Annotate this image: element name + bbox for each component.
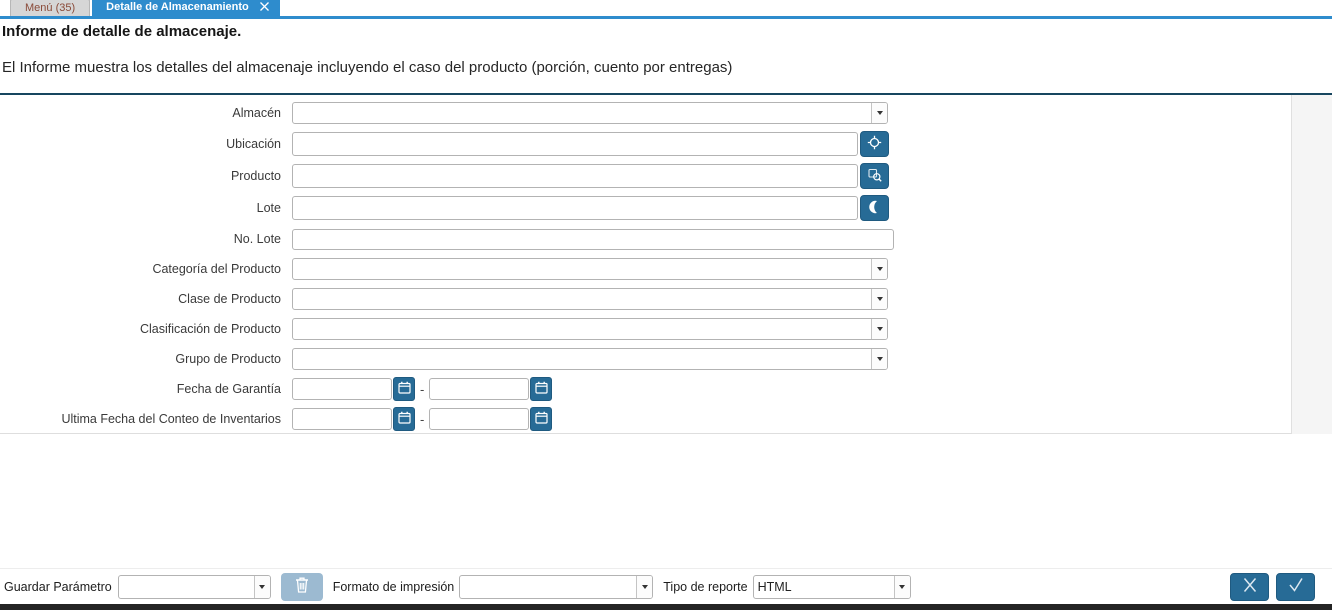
fecha-garantia-to-input[interactable] bbox=[429, 378, 530, 400]
parameter-panel-region: Almacén Ubicación Producto Lote No. Lote… bbox=[0, 95, 1332, 434]
ubicacion-input[interactable] bbox=[292, 132, 858, 156]
chevron-down-icon[interactable] bbox=[871, 319, 887, 339]
product-search-icon bbox=[867, 168, 882, 185]
ultima-fecha-to-calendar-button[interactable] bbox=[530, 407, 553, 431]
report-title: Informe de detalle de almacenaje. bbox=[2, 23, 242, 40]
ultima-fecha-conteo-label: Ultima Fecha del Conteo de Inventarios bbox=[61, 412, 281, 426]
grupo-producto-label: Grupo de Producto bbox=[175, 352, 281, 366]
fecha-garantia-from-group bbox=[292, 377, 415, 401]
location-picker-button[interactable] bbox=[860, 131, 889, 157]
categoria-producto-combobox[interactable] bbox=[292, 258, 888, 280]
save-parameter-label: Guardar Parámetro bbox=[4, 579, 112, 594]
lot-crescent-icon bbox=[868, 200, 881, 217]
producto-input[interactable] bbox=[292, 164, 858, 188]
field-row-almacen: Almacén bbox=[0, 98, 1291, 128]
clase-producto-value bbox=[293, 289, 871, 309]
fecha-garantia-from-input[interactable] bbox=[292, 378, 392, 400]
report-description: El Informe muestra los detalles del alma… bbox=[2, 59, 733, 76]
print-format-label: Formato de impresión bbox=[332, 579, 455, 594]
field-row-producto: Producto bbox=[0, 160, 1291, 192]
chevron-down-icon[interactable] bbox=[893, 575, 910, 598]
ultima-fecha-from-input[interactable] bbox=[292, 408, 392, 430]
lot-picker-button[interactable] bbox=[860, 195, 889, 221]
fecha-garantia-to-calendar-button[interactable] bbox=[530, 377, 553, 401]
almacen-combobox[interactable] bbox=[292, 102, 888, 124]
cancel-button[interactable] bbox=[1230, 572, 1269, 601]
date-range-separator: - bbox=[420, 381, 425, 397]
report-type-combobox[interactable]: HTML bbox=[752, 574, 911, 599]
tab-active-label: Detalle de Almacenamiento bbox=[106, 0, 249, 13]
fecha-garantia-label: Fecha de Garantía bbox=[176, 382, 281, 396]
delete-saved-parameter-button[interactable] bbox=[280, 572, 323, 601]
window-bottom-bar bbox=[0, 604, 1332, 610]
grupo-producto-combobox[interactable] bbox=[292, 348, 888, 370]
report-parameter-screen: Menú (35) Detalle de Almacenamiento Info… bbox=[0, 0, 1332, 610]
ubicacion-label: Ubicación bbox=[226, 137, 281, 151]
tab-detalle-almacenamiento[interactable]: Detalle de Almacenamiento bbox=[92, 0, 280, 16]
field-row-categoria-producto: Categoría del Producto bbox=[0, 254, 1291, 284]
no-lote-input[interactable] bbox=[292, 228, 894, 250]
clasificacion-producto-value bbox=[293, 319, 871, 339]
report-type-label: Tipo de reporte bbox=[663, 579, 748, 594]
chevron-down-icon[interactable] bbox=[636, 575, 653, 598]
report-type-value: HTML bbox=[757, 579, 792, 594]
chevron-down-icon[interactable] bbox=[871, 103, 887, 123]
ultima-fecha-to-input[interactable] bbox=[429, 408, 530, 430]
process-footer-toolbar: Guardar Parámetro Formato de impresión T… bbox=[0, 568, 1332, 604]
tab-menu[interactable]: Menú (35) bbox=[10, 0, 91, 16]
chevron-down-icon[interactable] bbox=[871, 289, 887, 309]
check-icon bbox=[1286, 577, 1306, 596]
chevron-down-icon[interactable] bbox=[253, 575, 270, 598]
field-row-fecha-garantia: Fecha de Garantía - bbox=[0, 374, 1291, 404]
ultima-fecha-from-group bbox=[292, 407, 415, 431]
categoria-producto-value bbox=[293, 259, 871, 279]
almacen-combobox-value bbox=[293, 103, 871, 123]
chevron-down-icon[interactable] bbox=[871, 349, 887, 369]
ultima-fecha-to-group bbox=[429, 407, 553, 431]
almacen-label: Almacén bbox=[232, 106, 281, 120]
tab-bar: Menú (35) Detalle de Almacenamiento bbox=[0, 0, 1332, 19]
fecha-garantia-to-group bbox=[429, 377, 553, 401]
field-row-grupo-producto: Grupo de Producto bbox=[0, 344, 1291, 374]
field-row-no-lote: No. Lote bbox=[0, 224, 1291, 254]
fecha-garantia-from-calendar-button[interactable] bbox=[393, 377, 415, 401]
clasificacion-producto-combobox[interactable] bbox=[292, 318, 888, 340]
print-format-value bbox=[460, 576, 636, 598]
calendar-icon bbox=[535, 381, 548, 397]
field-row-ultima-fecha-conteo: Ultima Fecha del Conteo de Inventarios - bbox=[0, 404, 1291, 434]
producto-label: Producto bbox=[230, 169, 281, 183]
clasificacion-producto-label: Clasificación de Producto bbox=[139, 322, 281, 336]
chevron-down-icon[interactable] bbox=[871, 259, 887, 279]
no-lote-label: No. Lote bbox=[233, 232, 281, 246]
calendar-icon bbox=[397, 381, 411, 397]
field-row-ubicacion: Ubicación bbox=[0, 128, 1291, 160]
categoria-producto-label: Categoría del Producto bbox=[152, 262, 281, 276]
report-header: Informe de detalle de almacenaje. El Inf… bbox=[0, 19, 1332, 77]
tab-menu-label: Menú (35) bbox=[25, 2, 76, 14]
calendar-icon bbox=[535, 411, 548, 427]
field-row-clasificacion-producto: Clasificación de Producto bbox=[0, 314, 1291, 344]
ok-button[interactable] bbox=[1276, 572, 1315, 601]
print-format-combobox[interactable] bbox=[459, 574, 654, 599]
cancel-x-icon bbox=[1240, 577, 1260, 596]
grupo-producto-value bbox=[293, 349, 871, 369]
save-parameter-combobox[interactable] bbox=[117, 574, 271, 599]
clase-producto-label: Clase de Producto bbox=[178, 292, 281, 306]
field-row-clase-producto: Clase de Producto bbox=[0, 284, 1291, 314]
field-row-lote: Lote bbox=[0, 192, 1291, 224]
close-tab-icon[interactable] bbox=[257, 0, 273, 15]
lote-label: Lote bbox=[256, 201, 281, 215]
crosshair-icon bbox=[867, 135, 882, 153]
ultima-fecha-from-calendar-button[interactable] bbox=[393, 407, 415, 431]
trash-icon bbox=[294, 576, 310, 597]
product-search-button[interactable] bbox=[860, 163, 889, 189]
calendar-icon bbox=[397, 411, 411, 427]
date-range-separator: - bbox=[420, 411, 425, 427]
clase-producto-combobox[interactable] bbox=[292, 288, 888, 310]
parameter-panel: Almacén Ubicación Producto Lote No. Lote… bbox=[0, 95, 1292, 434]
lote-input[interactable] bbox=[292, 196, 858, 220]
save-parameter-value bbox=[119, 576, 254, 598]
